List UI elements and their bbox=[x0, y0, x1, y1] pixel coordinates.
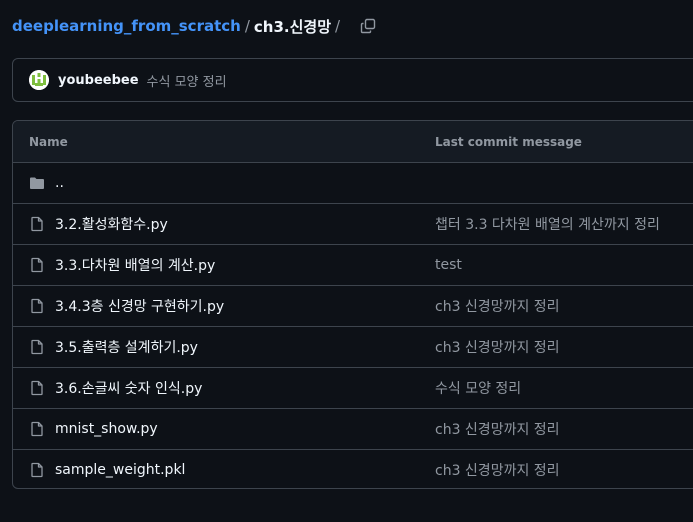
file-icon bbox=[31, 339, 43, 355]
table-row[interactable]: 3.2.활성화함수.py 챕터 3.3 다차원 배열의 계산까지 정리 bbox=[13, 204, 693, 245]
parent-directory-link[interactable]: .. bbox=[55, 175, 64, 191]
table-row[interactable]: 3.3.다차원 배열의 계산.py test bbox=[13, 245, 693, 286]
commit-message-link[interactable]: test bbox=[435, 257, 462, 273]
file-name-link[interactable]: sample_weight.pkl bbox=[55, 462, 185, 478]
file-icon bbox=[31, 216, 43, 232]
file-icon bbox=[31, 257, 43, 273]
avatar[interactable] bbox=[29, 70, 49, 90]
commit-message-link[interactable]: ch3 신경망까지 정리 bbox=[435, 460, 560, 480]
table-row[interactable]: 3.5.출력층 설계하기.py ch3 신경망까지 정리 bbox=[13, 327, 693, 368]
file-name-link[interactable]: mnist_show.py bbox=[55, 421, 158, 437]
identicon-icon bbox=[29, 70, 49, 90]
file-icon bbox=[31, 298, 43, 314]
file-name-link[interactable]: 3.4.3층 신경망 구현하기.py bbox=[55, 296, 224, 316]
commit-author[interactable]: youbeebee bbox=[58, 73, 139, 88]
copy-icon bbox=[360, 18, 376, 34]
commit-message-link[interactable]: 챕터 3.3 다차원 배열의 계산까지 정리 bbox=[435, 214, 660, 234]
table-row[interactable]: sample_weight.pkl ch3 신경망까지 정리 bbox=[13, 450, 693, 488]
file-name-link[interactable]: 3.2.활성화함수.py bbox=[55, 214, 168, 234]
commit-message-link[interactable]: ch3 신경망까지 정리 bbox=[435, 296, 560, 316]
table-header: Name Last commit message bbox=[13, 121, 693, 163]
file-name-link[interactable]: 3.5.출력층 설계하기.py bbox=[55, 337, 198, 357]
file-name-link[interactable]: 3.3.다차원 배열의 계산.py bbox=[55, 255, 215, 275]
file-icon bbox=[31, 462, 43, 478]
copy-path-button[interactable] bbox=[358, 16, 378, 36]
file-icon bbox=[31, 421, 43, 437]
file-table: Name Last commit message .. 3.2.활성화함수.py… bbox=[12, 120, 693, 489]
breadcrumb: deeplearning_from_scratch / ch3.신경망 / bbox=[12, 14, 378, 38]
file-icon bbox=[31, 380, 43, 396]
table-row[interactable]: 3.4.3층 신경망 구현하기.py ch3 신경망까지 정리 bbox=[13, 286, 693, 327]
table-row[interactable]: mnist_show.py ch3 신경망까지 정리 bbox=[13, 409, 693, 450]
folder-icon bbox=[30, 177, 44, 189]
commit-message[interactable]: 수식 모양 정리 bbox=[147, 71, 227, 90]
breadcrumb-repo-link[interactable]: deeplearning_from_scratch bbox=[12, 17, 241, 35]
parent-directory-row[interactable]: .. bbox=[13, 163, 693, 204]
commit-message-link[interactable]: ch3 신경망까지 정리 bbox=[435, 337, 560, 357]
commit-message-link[interactable]: 수식 모양 정리 bbox=[435, 378, 521, 398]
column-header-name: Name bbox=[29, 134, 68, 149]
table-row[interactable]: 3.6.손글씨 숫자 인식.py 수식 모양 정리 bbox=[13, 368, 693, 409]
commit-message-link[interactable]: ch3 신경망까지 정리 bbox=[435, 419, 560, 439]
breadcrumb-current-folder: ch3.신경망 bbox=[253, 17, 332, 36]
breadcrumb-separator: / bbox=[244, 17, 250, 35]
file-name-link[interactable]: 3.6.손글씨 숫자 인식.py bbox=[55, 378, 202, 398]
latest-commit-bar: youbeebee 수식 모양 정리 bbox=[12, 58, 693, 102]
breadcrumb-separator: / bbox=[335, 17, 341, 35]
column-header-commit-message: Last commit message bbox=[435, 134, 582, 149]
